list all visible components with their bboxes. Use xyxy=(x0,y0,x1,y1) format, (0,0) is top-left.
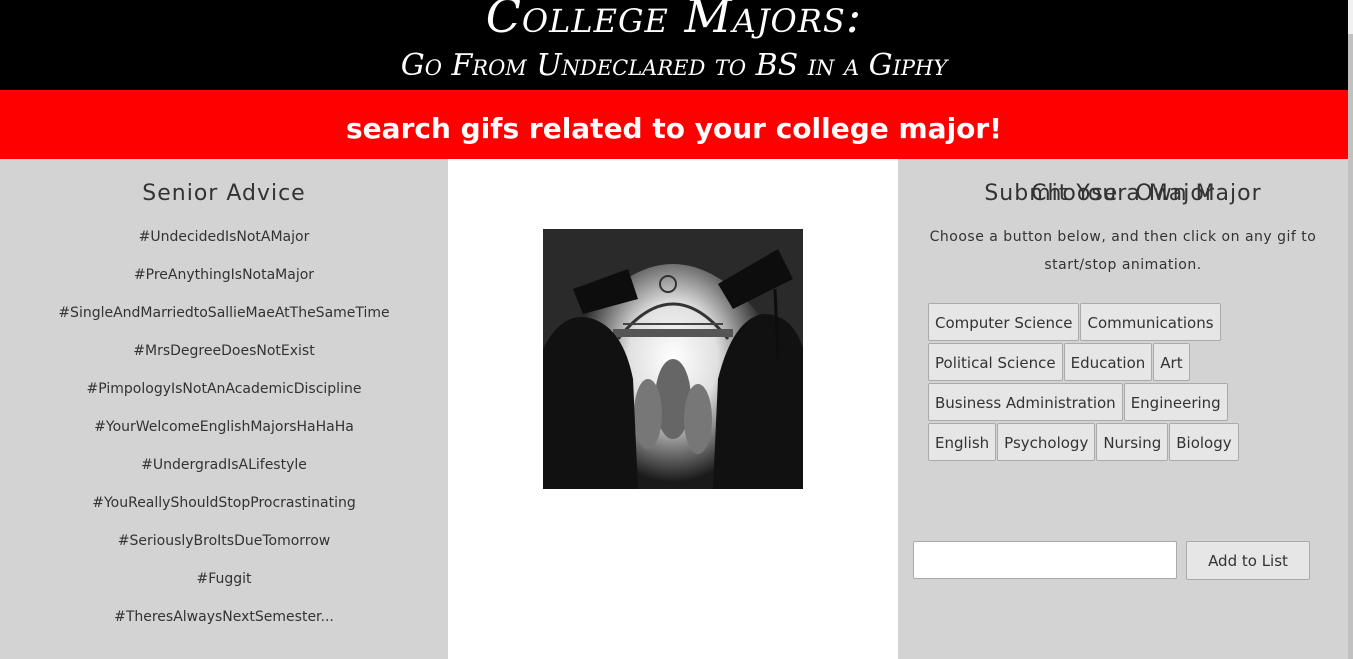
page-subtitle: Go From Undeclared to BS in a Giphy xyxy=(400,48,948,83)
major-button-engineering[interactable]: Engineering xyxy=(1123,383,1228,421)
graduates-gif[interactable] xyxy=(543,229,803,489)
button-row: Computer Science Communications xyxy=(928,303,1328,343)
advice-item: #TheresAlwaysNextSemester... xyxy=(114,609,334,625)
advice-item: #UndergradIsALifestyle xyxy=(141,457,307,473)
major-button-psychology[interactable]: Psychology xyxy=(997,423,1096,461)
submit-major-title: Submit Your Own Major xyxy=(984,181,1262,206)
major-button-communications[interactable]: Communications xyxy=(1080,303,1221,341)
page-header: College Majors: Go From Undeclared to BS… xyxy=(0,0,1348,90)
major-buttons: Computer Science Communications Politica… xyxy=(928,303,1328,463)
major-button-english[interactable]: English xyxy=(928,423,997,461)
major-input[interactable] xyxy=(913,541,1177,579)
advice-item: #SeriouslyBroItsDueTomorrow xyxy=(117,533,331,549)
advice-item: #Fuggit xyxy=(196,571,252,587)
advice-item: #UndecidedIsNotAMajor xyxy=(138,229,310,245)
advice-item: #SingleAndMarriedtoSallieMaeAtTheSameTim… xyxy=(58,305,390,321)
choose-major-panel: Choose a Major Choose a button below, an… xyxy=(898,159,1348,659)
gif-panel xyxy=(448,159,898,659)
advice-item: #PreAnythingIsNotaMajor xyxy=(133,267,315,283)
senior-advice-title: Senior Advice xyxy=(142,181,306,206)
advice-item: #MrsDegreeDoesNotExist xyxy=(133,343,315,359)
advice-item: #YouReallyShouldStopProcrastinating xyxy=(92,495,356,511)
major-button-education[interactable]: Education xyxy=(1063,343,1153,381)
scrollbar[interactable] xyxy=(1348,0,1353,659)
major-button-art[interactable]: Art xyxy=(1153,343,1190,381)
advice-item: #PimpologyIsNotAnAcademicDiscipline xyxy=(86,381,362,397)
search-banner: search gifs related to your college majo… xyxy=(0,90,1348,159)
button-row: English Psychology Nursing Biology xyxy=(928,423,1328,463)
advice-list: #UndecidedIsNotAMajor #PreAnythingIsNota… xyxy=(0,221,448,639)
major-button-biology[interactable]: Biology xyxy=(1169,423,1239,461)
button-row: Business Administration Engineering xyxy=(928,383,1328,423)
scrollbar-thumb[interactable] xyxy=(1348,34,1353,659)
add-to-list-button[interactable]: Add to List xyxy=(1186,541,1310,580)
page-title: College Majors: xyxy=(485,0,863,43)
major-button-computer-science[interactable]: Computer Science xyxy=(928,303,1080,341)
major-button-political-science[interactable]: Political Science xyxy=(928,343,1063,381)
major-button-business-administration[interactable]: Business Administration xyxy=(928,383,1123,421)
button-row: Political Science Education Art xyxy=(928,343,1328,383)
instructions-text: Choose a button below, and then click on… xyxy=(929,229,1317,273)
senior-advice-panel: Senior Advice #UndecidedIsNotAMajor #Pre… xyxy=(0,159,448,659)
major-button-nursing[interactable]: Nursing xyxy=(1096,423,1169,461)
advice-item: #YourWelcomeEnglishMajorsHaHaHa xyxy=(94,419,354,435)
